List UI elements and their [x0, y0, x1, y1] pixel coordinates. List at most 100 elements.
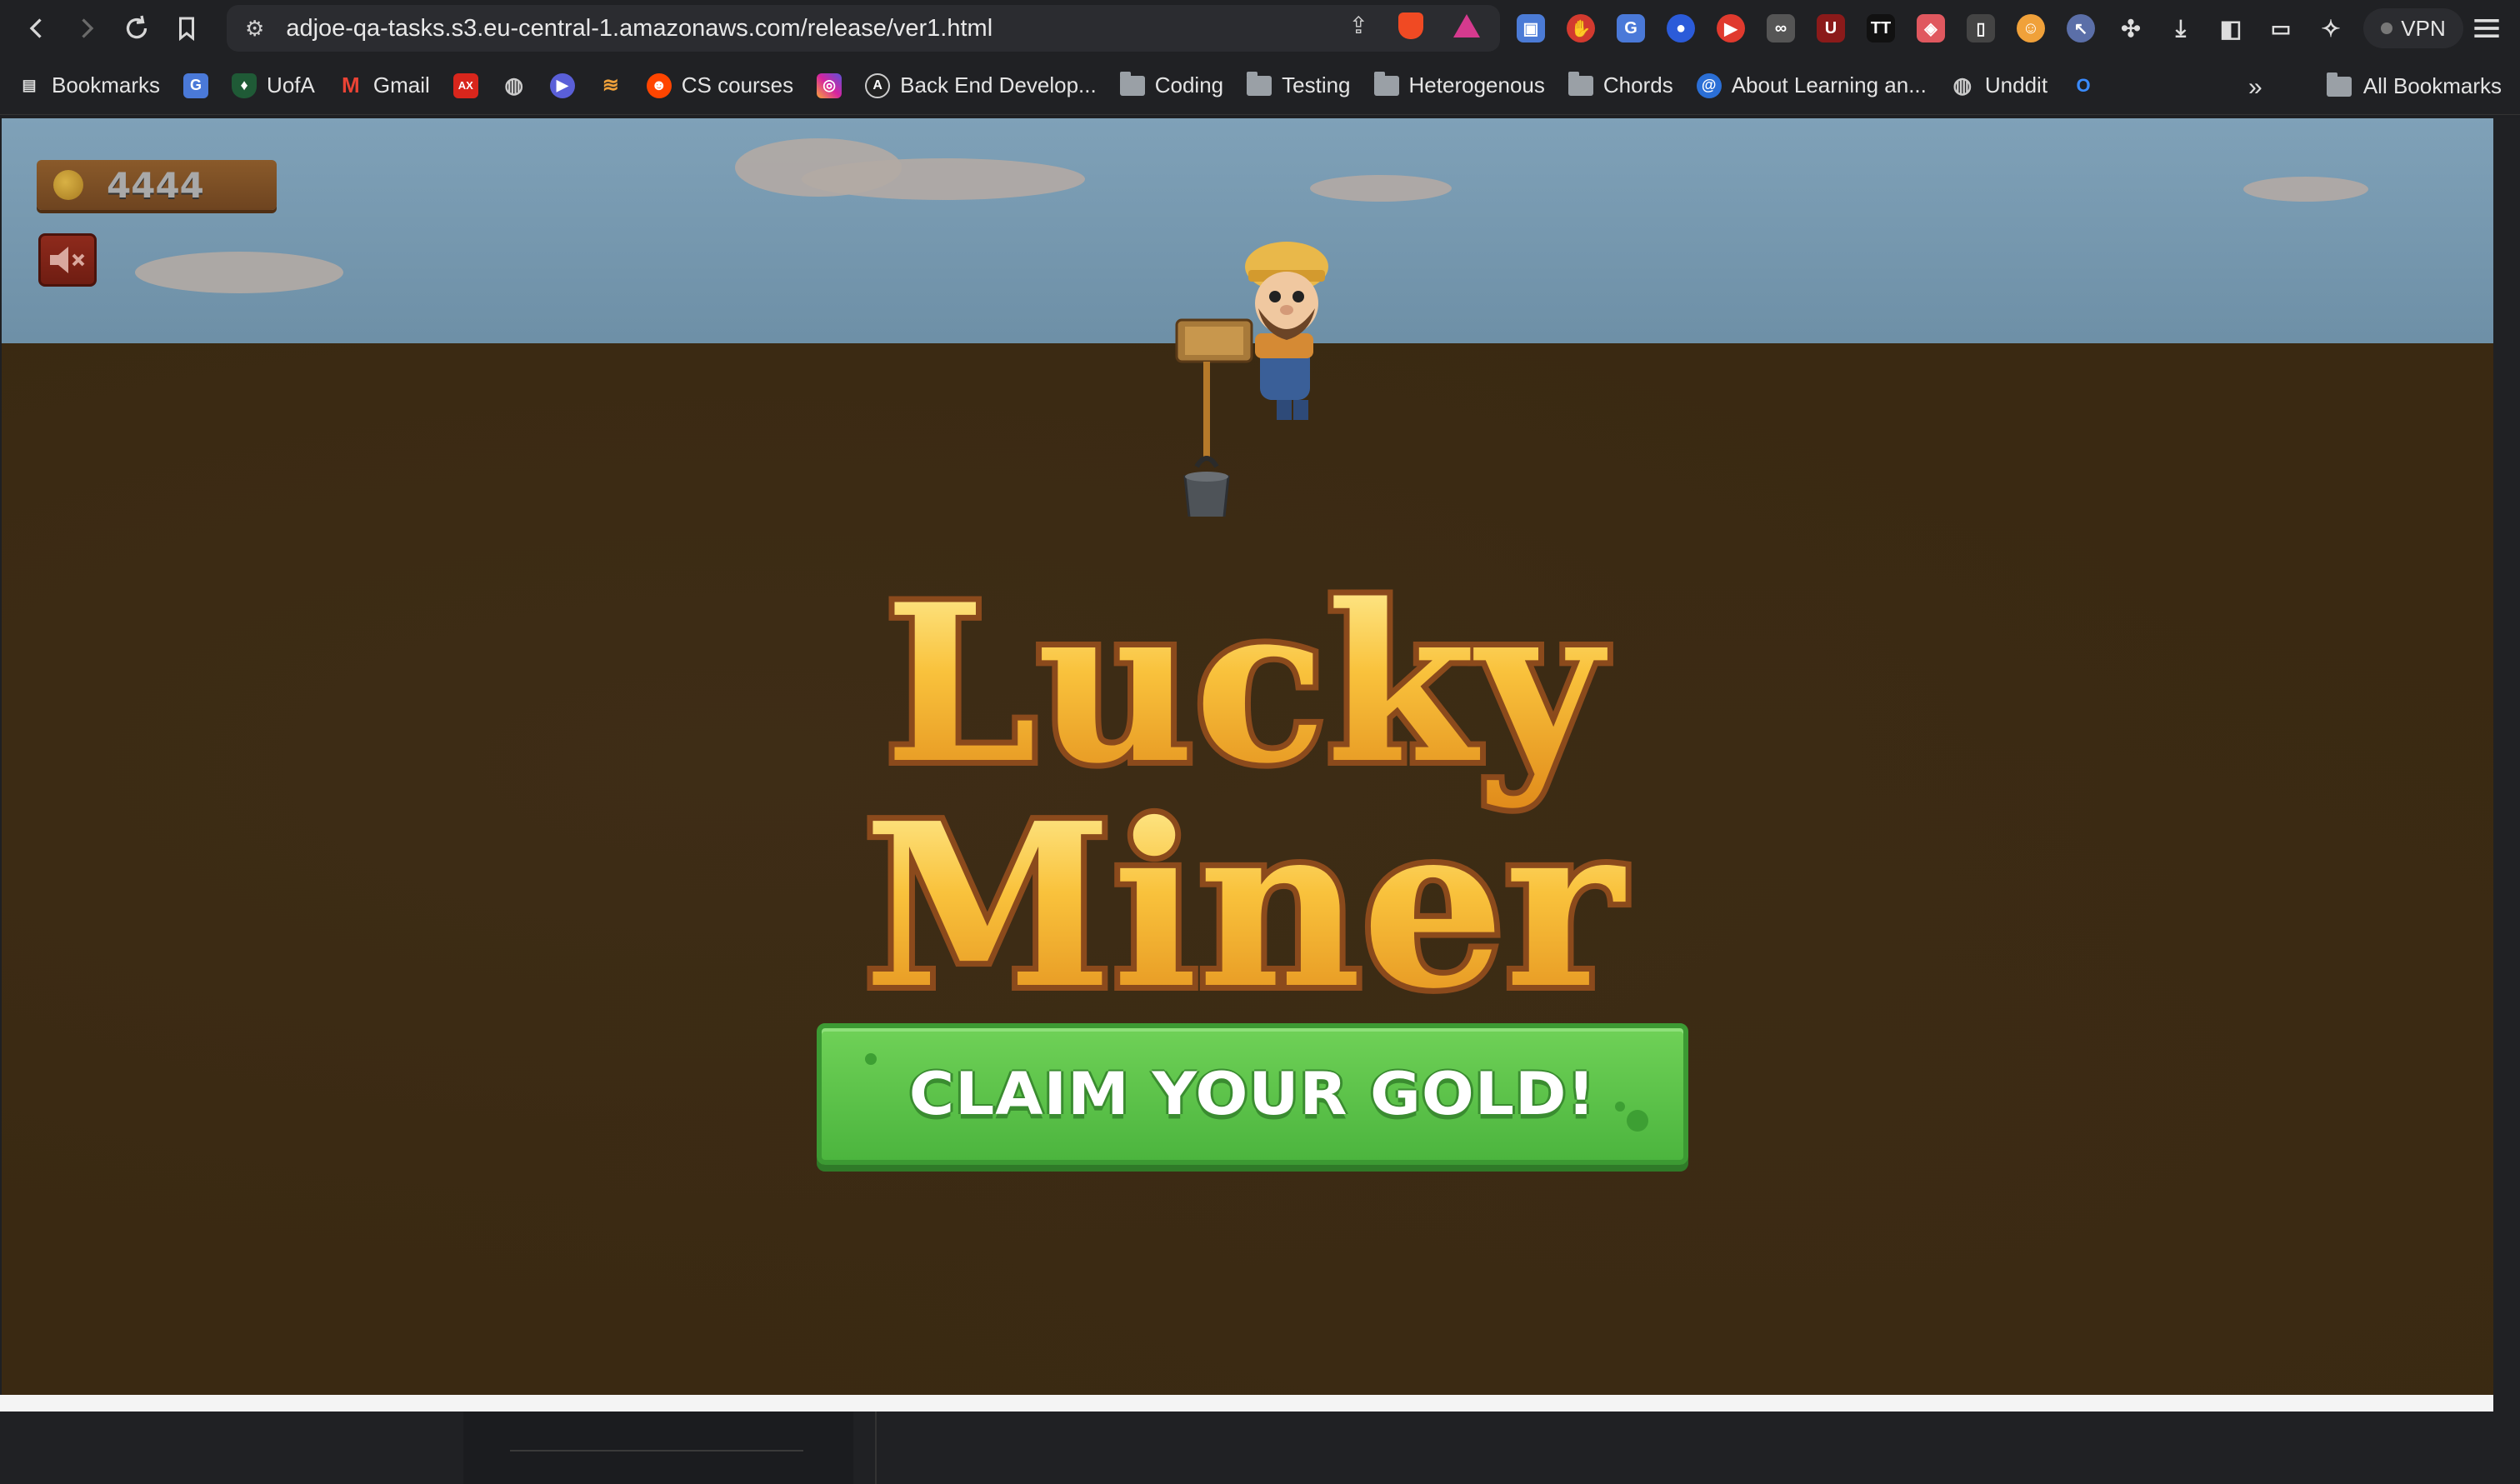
brand-icon: AX: [452, 72, 478, 98]
bookmark-play[interactable]: ▶: [549, 72, 575, 98]
brave-rewards-icon[interactable]: [1453, 13, 1480, 37]
folder-icon: [1568, 71, 1593, 96]
translate-icon: G: [183, 72, 209, 98]
all-bookmarks[interactable]: All Bookmarks: [2326, 72, 2502, 99]
bookmark-label: Testing: [1282, 72, 1351, 97]
reload-icon[interactable]: [115, 7, 158, 50]
circle-ext-icon[interactable]: ●: [1667, 14, 1695, 42]
forward-icon[interactable]: [65, 7, 108, 50]
folder-icon: [1373, 71, 1399, 96]
bookmark-label: CS courses: [681, 72, 794, 97]
window-edge: [2493, 118, 2520, 1412]
button-decoration: [1627, 1110, 1648, 1132]
download-icon[interactable]: ⤓: [2167, 14, 2195, 42]
translate-ext-icon[interactable]: G: [1617, 14, 1645, 42]
cloud: [135, 252, 343, 293]
sidebar-icon[interactable]: ◧: [2217, 14, 2245, 42]
bookmark-stack[interactable]: ≋: [598, 73, 623, 98]
url-text[interactable]: adjoe-qa-tasks.s3.eu-central-1.amazonaws…: [286, 15, 992, 42]
site-settings-icon[interactable]: ⚙: [245, 16, 264, 42]
bookmark-page-icon[interactable]: [165, 7, 208, 50]
background-divider: [510, 1450, 803, 1452]
shield-ext-icon[interactable]: ◈: [1917, 14, 1945, 42]
glasses-ext-icon[interactable]: ∞: [1767, 14, 1795, 42]
bookmark-chords[interactable]: Chords: [1568, 71, 1673, 98]
bookmark-label: Coding: [1154, 72, 1224, 97]
cloud: [2243, 177, 2368, 202]
bookmark-label: Bookmarks: [52, 72, 161, 97]
bookmark-label: UofA: [267, 72, 315, 97]
gold-coin-icon: [53, 170, 83, 200]
puzzle-extensions-icon[interactable]: ✣: [2117, 14, 2145, 42]
bookmark-uofa[interactable]: ♦ UofA: [232, 72, 315, 98]
bookmark-about-learning[interactable]: @ About Learning an...: [1696, 72, 1927, 98]
shield-icon: ♦: [232, 72, 258, 98]
bookmark-back-end[interactable]: A Back End Develop...: [865, 72, 1097, 98]
ublock-ext-icon[interactable]: U: [1817, 14, 1845, 42]
back-icon[interactable]: [15, 7, 58, 50]
vpn-button[interactable]: VPN: [2363, 8, 2463, 48]
instagram-icon: ◎: [817, 72, 842, 98]
title-line-2: Miner: [863, 773, 1628, 1038]
bookmark-unddit[interactable]: ◍ Unddit: [1950, 72, 2048, 98]
address-bar[interactable]: ⚙ adjoe-qa-tasks.s3.eu-central-1.amazona…: [227, 5, 1500, 52]
wallet-icon[interactable]: ▭: [2267, 14, 2295, 42]
game-canvas[interactable]: Lucky Miner 4444 CLAIM YOUR GOLD!: [2, 118, 2493, 1395]
bookmarks-bar: ▤ Bookmarks G ♦ UofA M Gmail AX ◍ ▶ ≋ ☻ …: [0, 57, 2520, 115]
score-display: 4444: [37, 160, 277, 210]
bookmark-label: Unddit: [1984, 72, 2048, 97]
score-value: 4444: [107, 164, 204, 206]
button-decoration: [865, 1053, 877, 1065]
claim-gold-button[interactable]: CLAIM YOUR GOLD!: [817, 1023, 1688, 1165]
extensions-row: ▣ ✋ G ● ▶ ∞ U TT ◈ ▯ ☺ ↖ ✣ ⤓ ◧ ▭ ✧: [1517, 7, 2345, 50]
bookmark-globe[interactable]: ◍: [502, 72, 527, 98]
bookmark-brand[interactable]: AX: [452, 72, 478, 98]
vpn-label: VPN: [2401, 15, 2446, 41]
bookmark-label: Chords: [1602, 72, 1673, 97]
bookmark-book-icon: ▤: [22, 77, 37, 93]
folder-icon: [2326, 72, 2352, 97]
all-bookmarks-label: All Bookmarks: [2362, 73, 2502, 98]
bookmark-label: About Learning an...: [1731, 72, 1927, 97]
swirl-icon: @: [1696, 72, 1722, 98]
bookmark-label: Gmail: [372, 72, 430, 97]
globe-icon: ◍: [1952, 72, 1972, 97]
share-icon[interactable]: ⇪: [1349, 12, 1368, 39]
folder-icon: [1119, 71, 1145, 96]
bookmark-bookmarks[interactable]: ▤ Bookmarks: [17, 72, 160, 98]
cursor-ext-icon[interactable]: ↖: [2067, 14, 2095, 42]
youtube-ext-icon[interactable]: ▶: [1717, 14, 1745, 42]
bookmark-testing[interactable]: Testing: [1247, 71, 1351, 98]
a-logo-icon: A: [865, 72, 891, 98]
more-bookmarks-icon[interactable]: »: [2248, 73, 2262, 102]
mouse-ext-icon[interactable]: ▯: [1967, 14, 1995, 42]
o-logo-icon: O: [2076, 74, 2091, 96]
bookmark-cs-courses[interactable]: ☻ CS courses: [646, 72, 794, 98]
cloud: [1310, 175, 1452, 202]
miner-character: [1175, 242, 1328, 517]
bookmark-gmail[interactable]: M Gmail: [338, 72, 430, 98]
leo-ai-icon[interactable]: ✧: [2317, 14, 2345, 42]
stack-icon: ≋: [602, 74, 619, 97]
bookmark-translate[interactable]: G: [183, 72, 209, 98]
mute-button[interactable]: [38, 233, 97, 287]
bookmark-instagram[interactable]: ◎: [817, 72, 842, 98]
brave-shield-icon[interactable]: [1398, 12, 1423, 39]
globe-icon: ◍: [504, 72, 524, 97]
bookmark-heterogenous[interactable]: Heterogenous: [1373, 71, 1545, 98]
background-separator: [875, 1412, 877, 1484]
cloud: [802, 158, 1085, 200]
claim-gold-label: CLAIM YOUR GOLD!: [908, 1060, 1597, 1128]
tt-ext-icon[interactable]: TT: [1867, 14, 1895, 42]
hand-ext-icon[interactable]: ✋: [1567, 14, 1595, 42]
background-panel: [463, 1412, 853, 1484]
background-window: [0, 1412, 2520, 1484]
cookie-ext-icon[interactable]: ☺: [2017, 14, 2045, 42]
bookmark-o[interactable]: O: [2071, 73, 2096, 98]
bookmark-coding[interactable]: Coding: [1119, 71, 1224, 98]
speaker-muted-icon: [50, 247, 85, 273]
button-decoration: [1615, 1102, 1625, 1112]
vpn-status-icon: [2381, 22, 2393, 34]
menu-icon[interactable]: [2468, 10, 2505, 47]
screenshot-ext-icon[interactable]: ▣: [1517, 14, 1545, 42]
